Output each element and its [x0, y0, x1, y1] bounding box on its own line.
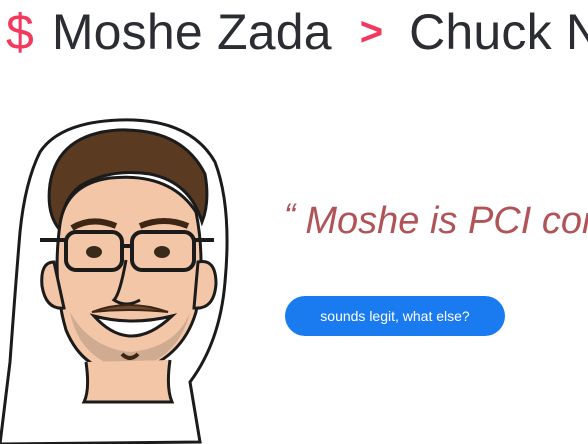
quote-icon: “	[284, 198, 296, 235]
page-header: $ Moshe Zada > Chuck Norris	[0, 0, 588, 70]
quote-body: Moshe is PCI compliant	[305, 200, 588, 242]
avatar-sticker	[0, 112, 240, 444]
breadcrumb: $ Moshe Zada > Chuck Norris	[6, 2, 588, 66]
name-to: Chuck Norris	[409, 4, 588, 60]
name-from: Moshe Zada	[51, 4, 332, 60]
chevron-right-icon: >	[359, 10, 384, 54]
next-fact-button[interactable]: sounds legit, what else?	[285, 296, 505, 336]
quote-text: “Moshe is PCI compliant	[284, 198, 588, 248]
currency-icon: $	[6, 4, 34, 60]
cartoon-face-icon	[0, 118, 229, 444]
